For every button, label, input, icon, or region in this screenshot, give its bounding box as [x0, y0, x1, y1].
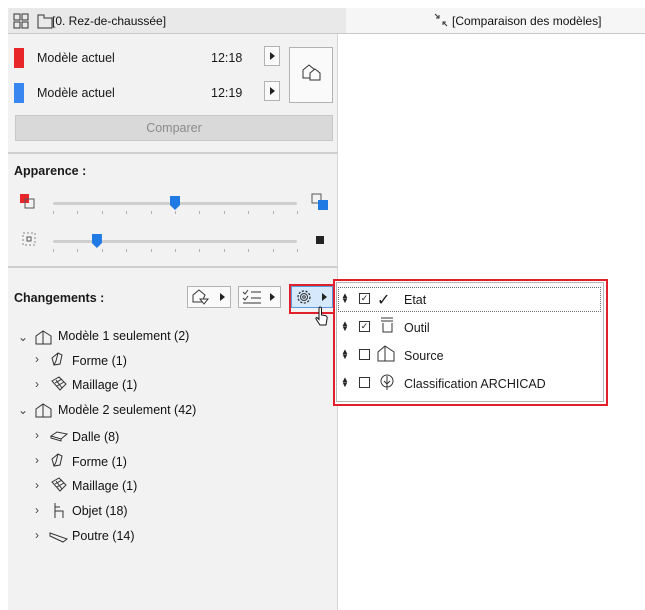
dropdown-item-label[interactable]: Etat — [404, 293, 426, 307]
reorder-handle[interactable]: ▲ ▼ — [341, 376, 349, 389]
color-overlay-icon-right — [311, 193, 328, 210]
mouse-cursor-icon — [315, 306, 328, 326]
transparency-icon-right — [316, 236, 324, 244]
changes-label: Changements : — [14, 291, 105, 305]
arrow-right-icon — [270, 52, 275, 60]
slider-tick — [77, 249, 78, 252]
compare-icon — [434, 13, 448, 27]
slider-tick — [102, 249, 103, 252]
reorder-handle[interactable]: ▲ ▼ — [341, 292, 349, 305]
check-icon: ✓ — [377, 292, 391, 309]
slider-tick — [151, 249, 152, 252]
slider-tick — [102, 211, 103, 214]
model-view-button[interactable] — [289, 47, 333, 103]
slider-tick — [53, 211, 54, 214]
slider-tick — [297, 249, 298, 252]
slider-tick — [224, 211, 225, 214]
classification-icon — [380, 374, 394, 390]
slider-tick — [248, 211, 249, 214]
slider-tick — [53, 249, 54, 252]
list-icon — [242, 289, 275, 304]
model-2-time: 12:19 — [211, 86, 243, 100]
dropdown-item-label[interactable]: Outil — [404, 321, 430, 335]
model-2-color-swatch — [14, 83, 24, 103]
slider-tick — [199, 249, 200, 252]
model-1-name: Modèle actuel — [37, 51, 115, 65]
checkbox[interactable] — [359, 377, 370, 388]
checkbox[interactable]: ✓ — [359, 293, 370, 304]
dropdown-item-label[interactable]: Classification ARCHICAD — [404, 377, 546, 391]
tool-icon — [381, 317, 393, 333]
filter-icon — [192, 289, 225, 305]
divider — [8, 152, 338, 154]
layout-icon[interactable] — [13, 13, 29, 29]
settings-button[interactable] — [291, 286, 333, 308]
gear-icon — [297, 290, 327, 304]
slider-tick — [175, 249, 176, 252]
dropdown-item-label[interactable]: Source — [404, 349, 444, 363]
transparency-icon — [22, 232, 36, 246]
model-2-select-button[interactable] — [264, 81, 280, 101]
slider-tick — [273, 249, 274, 252]
model-1-time: 12:18 — [211, 51, 243, 65]
floor-plan-tab-label: [0. Rez-de-chaussée] — [52, 14, 167, 28]
source-icon — [377, 345, 395, 362]
divider — [8, 266, 338, 268]
compare-button[interactable]: Comparer — [15, 115, 333, 141]
arrow-right-icon — [270, 87, 275, 95]
slider-tick — [175, 211, 176, 214]
slider-tick — [224, 249, 225, 252]
slider-tick — [151, 211, 152, 214]
list-options-button[interactable] — [238, 286, 281, 308]
model-1-color-swatch — [14, 48, 24, 68]
slider-tick — [77, 211, 78, 214]
model-2-name: Modèle actuel — [37, 86, 115, 100]
model-icon — [302, 64, 321, 81]
checkbox[interactable]: ✓ — [359, 321, 370, 332]
transparency-slider-track[interactable] — [53, 240, 297, 243]
slider-tick — [126, 249, 127, 252]
model-1-select-button[interactable] — [264, 46, 280, 66]
comparison-tab-label: [Comparaison des modèles] — [452, 14, 602, 28]
filter-button[interactable] — [187, 286, 231, 308]
slider-tick — [297, 211, 298, 214]
checkbox[interactable] — [359, 349, 370, 360]
slider-tick — [273, 211, 274, 214]
slider-tick — [199, 211, 200, 214]
appearance-label: Apparence : — [14, 164, 87, 178]
reorder-handle[interactable]: ▲ ▼ — [341, 348, 349, 361]
color-overlay-icon — [20, 194, 35, 209]
slider-tick — [248, 249, 249, 252]
slider-tick — [126, 211, 127, 214]
reorder-handle[interactable]: ▲ ▼ — [341, 320, 349, 333]
